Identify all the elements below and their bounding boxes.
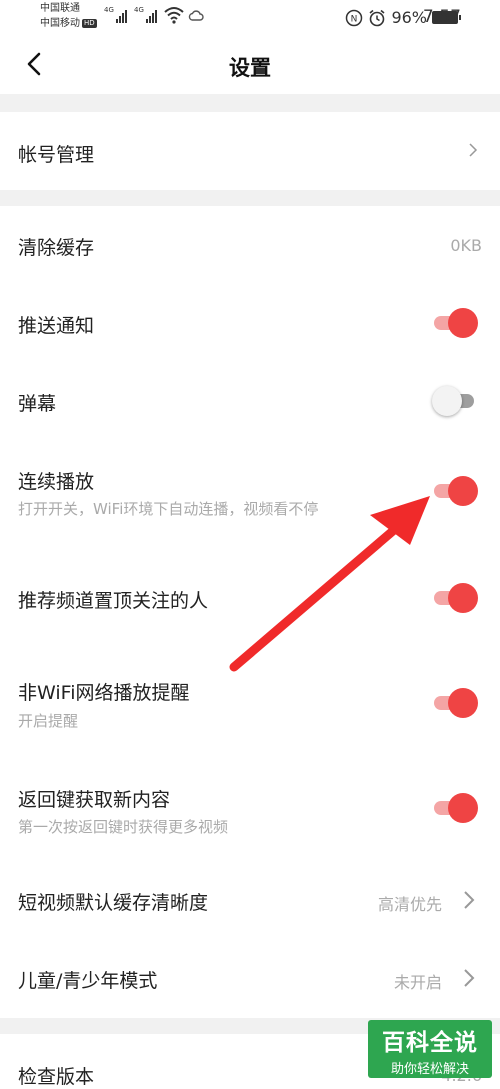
chevron-right-icon [464, 891, 475, 909]
chevron-right-icon [464, 969, 475, 987]
setting-kids-mode-label: 儿童/青少年模式 [18, 970, 158, 992]
setting-check-version-label: 检查版本 [18, 1066, 95, 1088]
signal-2-icon [146, 9, 157, 23]
carrier-1: 中国联通 [40, 3, 80, 14]
setting-autoplay-desc: 打开开关，WiFi环境下自动连播，视频看不停 [18, 500, 319, 518]
setting-danmaku-label: 弹幕 [18, 393, 57, 415]
watermark-sub: 助你轻松解决 [390, 1062, 469, 1077]
hd-badge: HD [82, 18, 97, 28]
push-notify-toggle[interactable] [432, 307, 478, 339]
setting-pin-followed-label: 推荐频道置顶关注的人 [18, 590, 209, 612]
danmaku-toggle[interactable] [432, 385, 478, 417]
non-wifi-toggle[interactable] [432, 687, 478, 719]
pin-followed-toggle[interactable] [432, 582, 478, 614]
setting-kids-mode-row[interactable]: 儿童/青少年模式 未开启 [0, 940, 500, 1018]
setting-video-quality-row[interactable]: 短视频默认缓存清晰度 高清优先 [0, 862, 500, 940]
page-title: 设置 [229, 56, 271, 80]
setting-non-wifi-row: 非WiFi网络播放提醒 开启提醒 [0, 658, 500, 758]
setting-video-quality-label: 短视频默认缓存清晰度 [18, 892, 209, 914]
alarm-icon [369, 9, 385, 26]
section-gap [0, 94, 500, 112]
setting-back-refresh-label: 返回键获取新内容 [18, 789, 171, 811]
setting-pin-followed-row: 推荐频道置顶关注的人 [0, 540, 500, 658]
nfc-icon: N [346, 9, 363, 26]
signal-1-icon [116, 9, 127, 23]
signal-2-tech: 4G [134, 6, 144, 14]
chevron-right-icon [469, 143, 478, 157]
setting-push-notify-label: 推送通知 [18, 315, 95, 337]
nav-header: 设置 [0, 36, 500, 96]
setting-non-wifi-label: 非WiFi网络播放提醒 [18, 682, 190, 704]
signal-1-tech: 4G [104, 6, 114, 14]
watermark-main: 百科全说 [382, 1030, 478, 1056]
section-gap [0, 190, 500, 206]
clock: 7:57 [422, 7, 461, 27]
setting-back-refresh-desc: 第一次按返回键时获得更多视频 [18, 818, 229, 836]
setting-kids-mode-value: 未开启 [393, 973, 442, 992]
cloud-icon [188, 10, 204, 21]
wifi-icon [164, 7, 184, 24]
carrier-2: 中国移动 HD [40, 18, 97, 30]
setting-back-refresh-row: 返回键获取新内容 第一次按返回键时获得更多视频 [0, 758, 500, 862]
watermark-logo: 百科全说 助你轻松解决 [368, 1020, 492, 1078]
setting-push-notify-row: 推送通知 [0, 284, 500, 362]
setting-autoplay-row: 连续播放 打开开关，WiFi环境下自动连播，视频看不停 [0, 440, 500, 540]
battery-percent: 96% [391, 8, 427, 27]
setting-autoplay-label: 连续播放 [18, 471, 95, 493]
svg-text:N: N [351, 14, 358, 24]
setting-clear-cache-label: 清除缓存 [18, 237, 95, 259]
setting-account-row[interactable]: 帐号管理 [0, 112, 500, 190]
carrier-2-name: 中国移动 [40, 18, 80, 29]
back-refresh-toggle[interactable] [432, 792, 478, 824]
setting-cache-size: 0KB [450, 236, 482, 255]
setting-video-quality-value: 高清优先 [377, 895, 442, 914]
setting-non-wifi-desc: 开启提醒 [18, 712, 79, 730]
setting-danmaku-row: 弹幕 [0, 362, 500, 440]
setting-clear-cache-row[interactable]: 清除缓存 0KB [0, 206, 500, 284]
autoplay-toggle[interactable] [432, 475, 478, 507]
setting-account-label: 帐号管理 [18, 144, 95, 166]
